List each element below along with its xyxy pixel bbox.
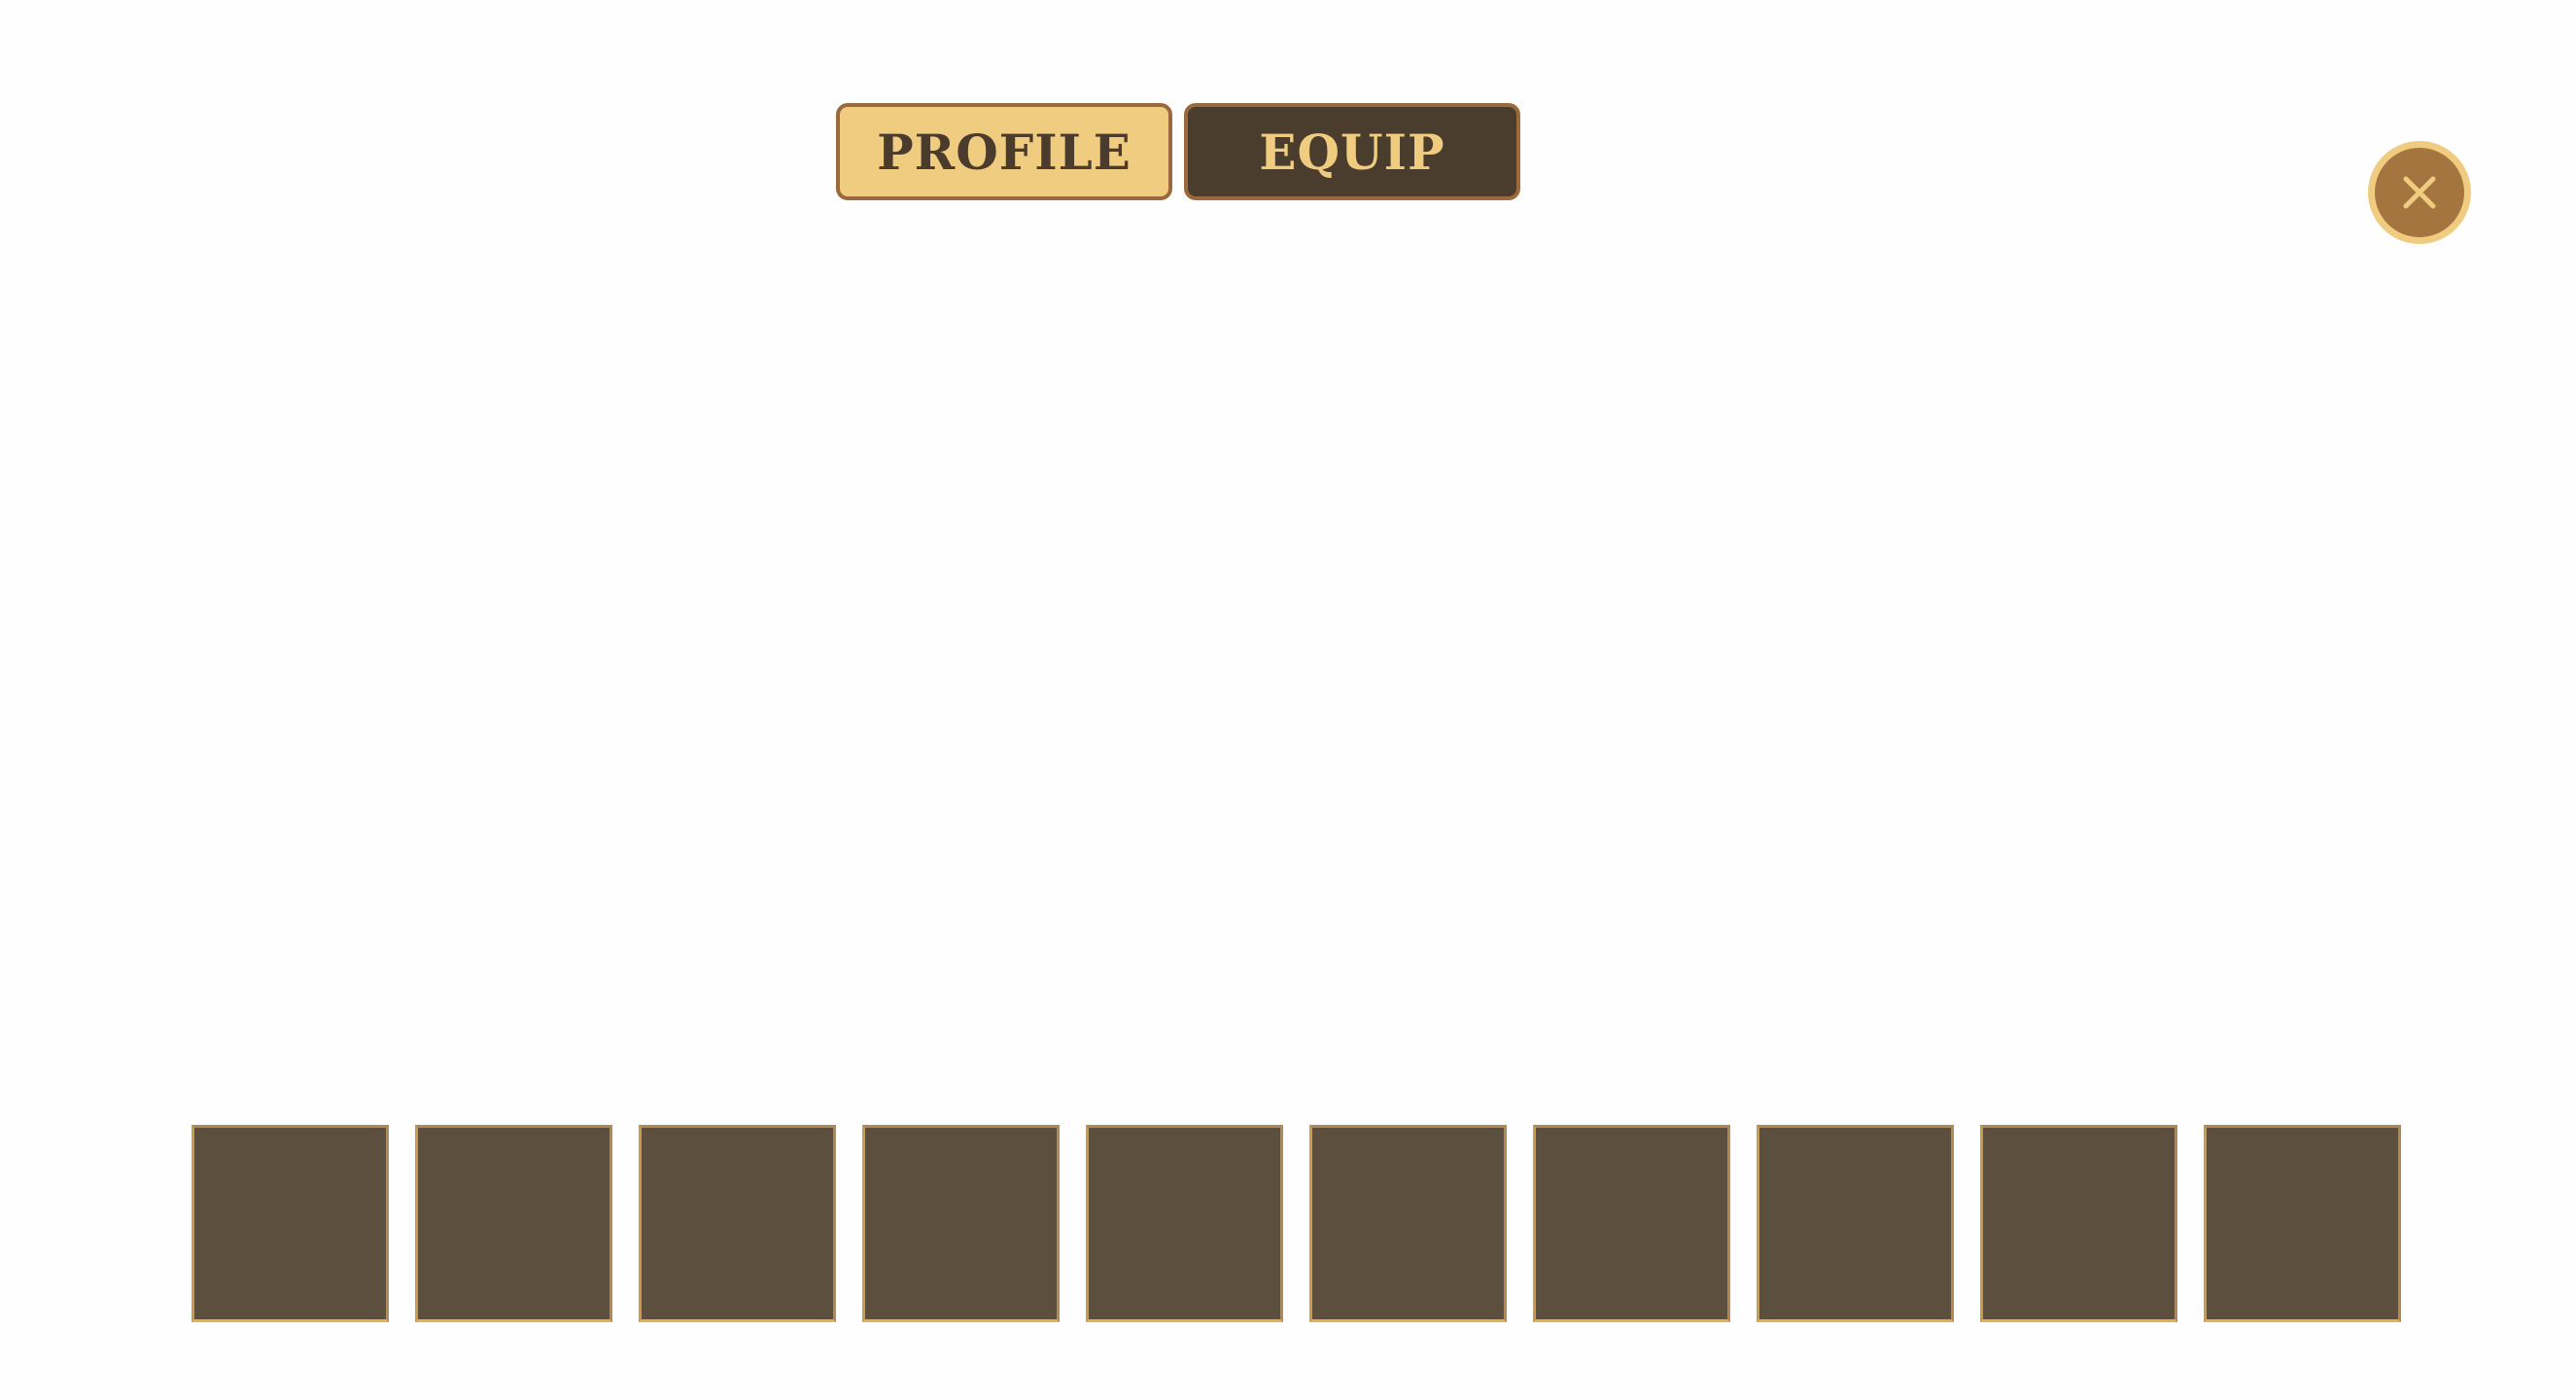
equipment-slot-row bbox=[191, 1125, 2401, 1322]
close-icon bbox=[2403, 176, 2436, 209]
equipment-slot-10[interactable] bbox=[2204, 1125, 2401, 1322]
equipment-slot-6[interactable] bbox=[1309, 1125, 1507, 1322]
tab-equip[interactable]: EQUIP bbox=[1184, 103, 1520, 200]
equipment-slot-4[interactable] bbox=[862, 1125, 1060, 1322]
tab-profile-label: PROFILE bbox=[877, 122, 1131, 181]
equipment-slot-7[interactable] bbox=[1533, 1125, 1730, 1322]
equipment-slot-8[interactable] bbox=[1757, 1125, 1954, 1322]
equipment-slot-9[interactable] bbox=[1980, 1125, 2177, 1322]
equipment-slot-1[interactable] bbox=[191, 1125, 389, 1322]
tab-bar: PROFILE EQUIP bbox=[836, 103, 1520, 200]
equipment-slot-5[interactable] bbox=[1086, 1125, 1283, 1322]
tab-profile[interactable]: PROFILE bbox=[836, 103, 1172, 200]
equipment-slot-2[interactable] bbox=[415, 1125, 612, 1322]
tab-equip-label: EQUIP bbox=[1259, 122, 1445, 181]
equipment-slot-3[interactable] bbox=[639, 1125, 836, 1322]
close-button[interactable] bbox=[2368, 141, 2471, 244]
equipment-screen: PROFILE EQUIP bbox=[0, 0, 2576, 1400]
